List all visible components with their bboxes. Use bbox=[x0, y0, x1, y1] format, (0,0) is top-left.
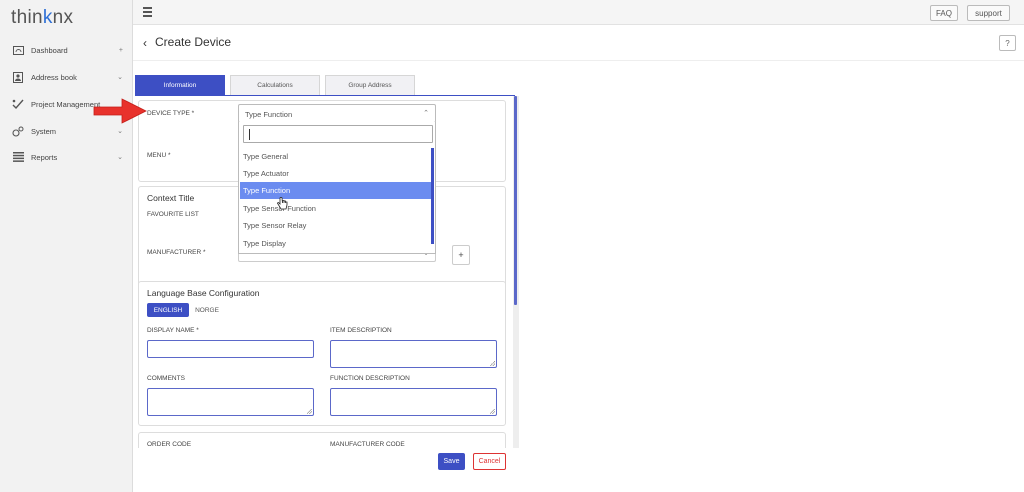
dropdown-option[interactable]: Type Sensor Relay bbox=[240, 217, 431, 234]
address-book-icon bbox=[12, 71, 24, 83]
chevron-down-icon: ⌄ bbox=[117, 128, 123, 135]
favourite-list-label: FAVOURITE LIST bbox=[147, 211, 199, 218]
chevron-up-icon: ⌃ bbox=[423, 110, 429, 117]
display-name-label: DISPLAY NAME * bbox=[147, 327, 199, 334]
resize-handle[interactable] bbox=[307, 409, 312, 414]
menu-icon[interactable] bbox=[143, 7, 152, 17]
tab-information[interactable]: Information bbox=[135, 75, 225, 95]
sidebar-item-address-book[interactable]: Address book ⌄ bbox=[0, 68, 133, 86]
resize-handle[interactable] bbox=[490, 361, 495, 366]
sidebar-item-dashboard[interactable]: Dashboard + bbox=[0, 41, 133, 59]
cancel-button[interactable]: Cancel bbox=[473, 453, 506, 470]
reports-icon bbox=[12, 151, 24, 163]
sidebar-item-label: System bbox=[31, 126, 57, 136]
manufacturer-label: MANUFACTURER * bbox=[147, 249, 206, 256]
comments-textarea[interactable] bbox=[147, 388, 314, 416]
sidebar-item-label: Project Management bbox=[31, 99, 101, 109]
dropdown-search-input[interactable] bbox=[243, 125, 433, 143]
function-description-label: FUNCTION DESCRIPTION bbox=[330, 375, 410, 382]
faq-button[interactable]: FAQ bbox=[930, 5, 958, 21]
app-logo[interactable]: thinknx bbox=[11, 7, 73, 29]
support-button[interactable]: support bbox=[967, 5, 1010, 21]
page-header: ‹ Create Device ? bbox=[133, 26, 1024, 61]
sidebar-item-reports[interactable]: Reports ⌄ bbox=[0, 148, 133, 166]
chevron-down-icon: ⌄ bbox=[117, 74, 123, 81]
sidebar-item-label: Address book bbox=[31, 72, 77, 82]
language-config-card: Language Base Configuration ENGLISH NORG… bbox=[138, 281, 506, 426]
dropdown-option[interactable]: Type General bbox=[240, 148, 431, 165]
manufacturer-code-label: MANUFACTURER CODE bbox=[330, 441, 405, 448]
display-name-input[interactable] bbox=[147, 340, 314, 358]
dashboard-icon bbox=[12, 44, 24, 56]
item-description-textarea[interactable] bbox=[330, 340, 497, 368]
tab-group-address[interactable]: Group Address bbox=[325, 75, 415, 95]
dropdown-option[interactable]: Type Sensor Function bbox=[240, 200, 431, 217]
expand-indicator: + bbox=[118, 46, 123, 54]
dropdown-option-highlighted[interactable]: Type Function bbox=[240, 182, 431, 199]
page-title: Create Device bbox=[155, 35, 232, 49]
device-type-selected-value: Type Function bbox=[245, 110, 293, 119]
dropdown-scrollbar[interactable] bbox=[431, 148, 434, 244]
back-icon[interactable]: ‹ bbox=[143, 36, 147, 50]
save-button[interactable]: Save bbox=[438, 453, 465, 470]
sidebar-item-label: Dashboard bbox=[31, 45, 68, 55]
project-management-icon bbox=[12, 98, 24, 110]
dropdown-option[interactable]: Type Actuator bbox=[240, 165, 431, 182]
gear-icon bbox=[12, 125, 24, 137]
tab-norge[interactable]: NORGE bbox=[191, 303, 223, 317]
text-cursor bbox=[249, 129, 250, 140]
add-manufacturer-button[interactable]: + bbox=[452, 245, 470, 265]
menu-label: MENU * bbox=[147, 152, 171, 159]
form-scrollbar-thumb[interactable] bbox=[514, 96, 517, 305]
tab-english[interactable]: ENGLISH bbox=[147, 303, 189, 317]
order-code-label: ORDER CODE bbox=[147, 441, 192, 448]
sidebar: thinknx Dashboard + Address book ⌄ Proje… bbox=[0, 0, 133, 492]
codes-card: ORDER CODE MANUFACTURER CODE bbox=[138, 432, 506, 448]
sidebar-item-label: Reports bbox=[31, 152, 58, 162]
context-title: Context Title bbox=[147, 193, 195, 203]
dropdown-option[interactable]: Type Display bbox=[240, 235, 431, 252]
function-description-textarea[interactable] bbox=[330, 388, 497, 416]
comments-label: COMMENTS bbox=[147, 375, 185, 382]
tab-calculations[interactable]: Calculations bbox=[230, 75, 320, 95]
resize-handle[interactable] bbox=[490, 409, 495, 414]
help-button[interactable]: ? bbox=[999, 35, 1016, 51]
device-type-select[interactable]: Type Function ⌃ bbox=[238, 104, 436, 123]
language-config-title: Language Base Configuration bbox=[147, 288, 260, 298]
device-type-dropdown: Type General Type Actuator Type Function… bbox=[238, 122, 436, 254]
chevron-down-icon: ⌄ bbox=[117, 154, 123, 161]
hand-cursor-icon bbox=[277, 197, 288, 210]
item-description-label: ITEM DESCRIPTION bbox=[330, 327, 392, 334]
top-bar: FAQ support bbox=[133, 0, 1024, 25]
device-type-label: DEVICE TYPE * bbox=[147, 110, 195, 117]
annotation-arrow-icon bbox=[93, 98, 147, 124]
